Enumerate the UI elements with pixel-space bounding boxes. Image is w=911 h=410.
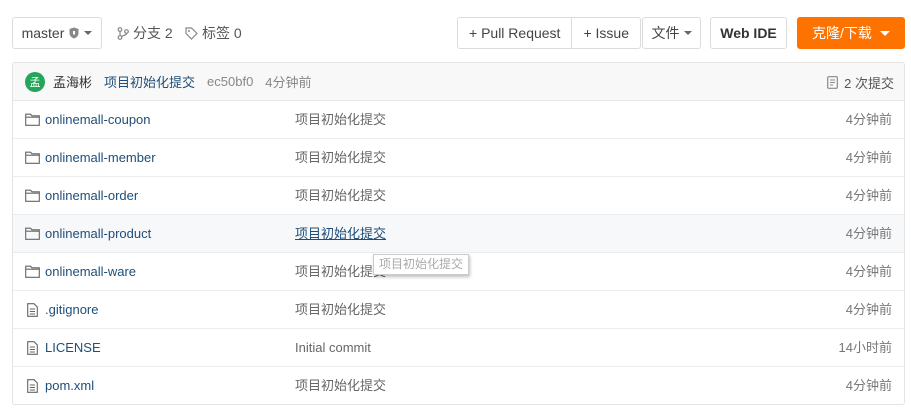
file-name-link[interactable]: pom.xml bbox=[45, 367, 94, 404]
commits-icon bbox=[827, 75, 839, 89]
file-commit-message[interactable]: 项目初始化提交 bbox=[295, 177, 386, 215]
branch-icon bbox=[117, 26, 129, 40]
pr-issue-group: + Pull Request + Issue bbox=[457, 17, 641, 49]
file-name-link[interactable]: onlinemall-ware bbox=[45, 253, 136, 291]
file-commit-message[interactable]: 项目初始化提交 bbox=[295, 367, 386, 404]
issue-button[interactable]: + Issue bbox=[571, 18, 640, 48]
branches-link[interactable]: 分支 2 bbox=[117, 17, 173, 49]
file-icon bbox=[27, 341, 38, 358]
folder-icon bbox=[25, 151, 40, 167]
latest-commit-bar: 孟 孟海彬 项目初始化提交 ec50bf0 4分钟前 2 次提交 bbox=[13, 63, 904, 101]
file-menu-button[interactable]: 文件 bbox=[642, 17, 701, 49]
file-commit-time: 4分钟前 bbox=[845, 302, 892, 317]
tags-count: 标签 0 bbox=[202, 25, 242, 41]
file-commit-message[interactable]: 项目初始化提交 bbox=[295, 101, 386, 139]
file-name-link[interactable]: onlinemall-coupon bbox=[45, 101, 151, 139]
file-commit-message[interactable]: 项目初始化提交 bbox=[295, 215, 386, 253]
file-row[interactable]: onlinemall-product 项目初始化提交 4分钟前 bbox=[13, 215, 904, 253]
file-list-panel: 孟 孟海彬 项目初始化提交 ec50bf0 4分钟前 2 次提交 onlinem… bbox=[12, 62, 905, 405]
file-commit-time: 14小时前 bbox=[838, 340, 892, 355]
web-ide-button[interactable]: Web IDE bbox=[710, 17, 787, 49]
file-row[interactable]: .gitignore 项目初始化提交 4分钟前 bbox=[13, 291, 904, 329]
file-commit-time: 4分钟前 bbox=[845, 112, 892, 127]
file-name-link[interactable]: onlinemall-product bbox=[45, 215, 151, 253]
tag-icon bbox=[185, 26, 198, 40]
chevron-down-icon bbox=[683, 31, 692, 35]
file-name-link[interactable]: LICENSE bbox=[45, 329, 101, 367]
branch-select-label: master bbox=[21, 25, 65, 41]
file-commit-time: 4分钟前 bbox=[845, 150, 892, 165]
tooltip: 项目初始化提交 bbox=[373, 254, 470, 275]
file-name-link[interactable]: onlinemall-order bbox=[45, 177, 138, 215]
file-icon bbox=[27, 303, 38, 320]
file-commit-message[interactable]: 项目初始化提交 bbox=[295, 291, 386, 329]
file-name-link[interactable]: .gitignore bbox=[45, 291, 98, 329]
folder-icon bbox=[25, 227, 40, 243]
file-list: onlinemall-coupon 项目初始化提交 4分钟前 onlinemall-m… bbox=[13, 101, 904, 404]
file-commit-time: 4分钟前 bbox=[845, 188, 892, 203]
file-commit-time: 4分钟前 bbox=[845, 264, 892, 279]
commit-count-link[interactable]: 2 次提交 bbox=[827, 63, 894, 101]
file-commit-time: 4分钟前 bbox=[845, 378, 892, 393]
file-row[interactable]: onlinemall-order 项目初始化提交 4分钟前 bbox=[13, 177, 904, 215]
tags-link[interactable]: 标签 0 bbox=[185, 17, 242, 49]
clone-download-button[interactable]: 克隆/下载 bbox=[797, 17, 905, 49]
shield-icon bbox=[69, 27, 79, 39]
commit-message[interactable]: 项目初始化提交 bbox=[104, 72, 195, 91]
branch-select[interactable]: master bbox=[12, 17, 102, 49]
commit-author[interactable]: 孟海彬 bbox=[53, 72, 92, 91]
avatar[interactable]: 孟 bbox=[25, 71, 45, 92]
file-row[interactable]: onlinemall-member 项目初始化提交 4分钟前 bbox=[13, 139, 904, 177]
commit-time: 4分钟前 bbox=[265, 75, 312, 90]
file-name-link[interactable]: onlinemall-member bbox=[45, 139, 156, 177]
pull-request-button[interactable]: + Pull Request bbox=[458, 18, 571, 48]
commit-hash[interactable]: ec50bf0 bbox=[207, 74, 253, 89]
file-commit-time: 4分钟前 bbox=[845, 226, 892, 241]
branches-count: 分支 2 bbox=[133, 25, 173, 41]
chevron-down-icon bbox=[84, 31, 93, 35]
clone-download-label: 克隆/下载 bbox=[812, 25, 872, 41]
folder-icon bbox=[25, 189, 40, 205]
file-row[interactable]: onlinemall-coupon 项目初始化提交 4分钟前 bbox=[13, 101, 904, 139]
commit-count: 2 次提交 bbox=[844, 75, 894, 91]
folder-icon bbox=[25, 113, 40, 129]
file-row[interactable]: pom.xml 项目初始化提交 4分钟前 bbox=[13, 367, 904, 404]
chevron-down-icon bbox=[879, 30, 890, 36]
repo-toolbar: master 分支 2 标签 0 + Pull Request + Issue … bbox=[0, 0, 911, 56]
file-menu-label: 文件 bbox=[651, 25, 680, 41]
file-row[interactable]: LICENSE Initial commit 14小时前 bbox=[13, 329, 904, 367]
file-commit-message[interactable]: 项目初始化提交 bbox=[295, 139, 386, 177]
file-icon bbox=[27, 379, 38, 396]
folder-icon bbox=[25, 265, 40, 281]
file-commit-message[interactable]: Initial commit bbox=[295, 329, 371, 367]
